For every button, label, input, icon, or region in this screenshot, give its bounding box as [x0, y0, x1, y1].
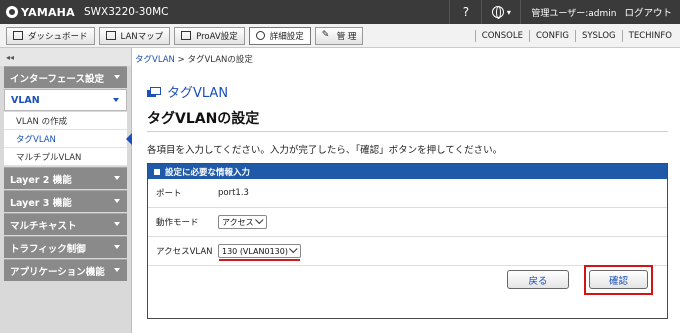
language-menu[interactable]: ▾: [481, 0, 522, 24]
instruction-text: 各項目を入力してください。入力が完了したら、「確認」ボタンを押してください。: [147, 145, 503, 156]
chevron-down-icon: [114, 199, 120, 203]
gear-icon: [255, 31, 265, 40]
panel-heading: 設定に必要な情報入力: [148, 164, 667, 179]
access-vlan-row: アクセスVLAN 130 (VLAN0130): [148, 237, 667, 266]
help-button[interactable]: ?: [449, 0, 481, 24]
breadcrumb: タグVLAN > タグVLANの設定: [135, 55, 253, 65]
lan-map-icon: [105, 31, 116, 40]
sidebar-item-vlan[interactable]: VLAN: [4, 89, 127, 111]
chevron-down-icon: [114, 268, 120, 272]
yamaha-mark-icon: [6, 6, 18, 18]
access-vlan-select[interactable]: 130 (VLAN0130): [218, 244, 301, 261]
tab-lan-map[interactable]: LANマップ: [98, 26, 171, 45]
port-value: port1.3: [218, 188, 249, 198]
tab-dashboard[interactable]: ダッシュボード: [6, 26, 95, 45]
logout-link[interactable]: ログアウト: [624, 5, 680, 19]
sidebar-item-interface[interactable]: インターフェース設定: [4, 66, 127, 88]
breadcrumb-current: タグVLANの設定: [187, 55, 253, 65]
sidebar-item-traffic[interactable]: トラフィック制御: [4, 236, 127, 258]
sidebar-item-layer2[interactable]: Layer 2 機能: [4, 167, 127, 189]
sidebar-item-layer3[interactable]: Layer 3 機能: [4, 190, 127, 212]
back-button[interactable]: 戻る: [507, 270, 569, 289]
divider: [147, 131, 668, 132]
tab-advanced-settings[interactable]: 詳細設定: [248, 26, 311, 45]
syslog-link[interactable]: SYSLOG: [574, 29, 622, 42]
sidebar-item-multiple-vlan[interactable]: マルチプルVLAN: [4, 148, 127, 166]
main-tabs: ダッシュボード LANマップ ProAV設定 詳細設定 ✎ 管 理 CONSOL…: [0, 24, 680, 48]
model-name: SWX3220-30MC: [84, 6, 169, 18]
globe-icon: [491, 6, 504, 19]
confirm-button[interactable]: 確認: [589, 270, 648, 289]
sidebar: ◂◂ インターフェース設定 VLAN VLAN の作成 タグVLAN マルチプル…: [0, 48, 132, 333]
console-link[interactable]: CONSOLE: [474, 29, 529, 42]
main-content: タグVLAN > タグVLANの設定 タグVLAN タグVLANの設定 各項目を…: [133, 48, 680, 333]
sidebar-item-vlan-create[interactable]: VLAN の作成: [4, 112, 127, 130]
breadcrumb-link[interactable]: タグVLAN: [135, 55, 175, 65]
chevron-down-icon: [114, 176, 120, 180]
port-row: ポート port1.3: [148, 179, 667, 208]
chevron-down-icon: [114, 245, 120, 249]
mode-select[interactable]: アクセス: [218, 215, 267, 229]
chevron-down-icon: [113, 98, 119, 102]
collapse-sidebar-button[interactable]: ◂◂: [0, 48, 131, 66]
chevron-down-icon: ▾: [506, 7, 511, 17]
yamaha-logo: YAMAHA: [0, 6, 80, 19]
tag-vlan-icon: [147, 86, 161, 97]
settings-panel: 設定に必要な情報入力 ポート port1.3 動作モード アクセス アクセスVL…: [147, 163, 668, 319]
wrench-icon: ✎: [321, 30, 330, 40]
tab-proav[interactable]: ProAV設定: [174, 26, 245, 45]
section-heading: タグVLAN: [147, 82, 228, 101]
mode-row: 動作モード アクセス: [148, 208, 667, 237]
page-title: タグVLANの設定: [147, 111, 260, 127]
chevron-down-icon: [289, 244, 298, 254]
chevron-down-icon: [114, 75, 120, 79]
top-bar: YAMAHA SWX3220-30MC ? ▾ 管理ユーザー:admin ログア…: [0, 0, 680, 24]
square-bullet-icon: [154, 168, 160, 175]
chevron-down-icon: [254, 215, 264, 225]
vlan-submenu: VLAN の作成 タグVLAN マルチプルVLAN: [4, 112, 132, 166]
sidebar-item-tag-vlan[interactable]: タグVLAN: [4, 130, 132, 148]
sidebar-item-multicast[interactable]: マルチキャスト: [4, 213, 127, 235]
dashboard-icon: [13, 31, 23, 40]
access-vlan-label: アクセスVLAN: [156, 247, 213, 257]
chevron-down-icon: [114, 222, 120, 226]
mode-label: 動作モード: [156, 218, 199, 228]
tab-management[interactable]: ✎ 管 理: [314, 26, 364, 45]
sidebar-item-application[interactable]: アプリケーション機能: [4, 259, 127, 281]
port-label: ポート: [156, 189, 182, 199]
proav-icon: [181, 31, 192, 40]
user-label: 管理ユーザー:admin: [531, 8, 617, 19]
config-link[interactable]: CONFIG: [528, 29, 575, 42]
techinfo-link[interactable]: TECHINFO: [621, 29, 680, 42]
